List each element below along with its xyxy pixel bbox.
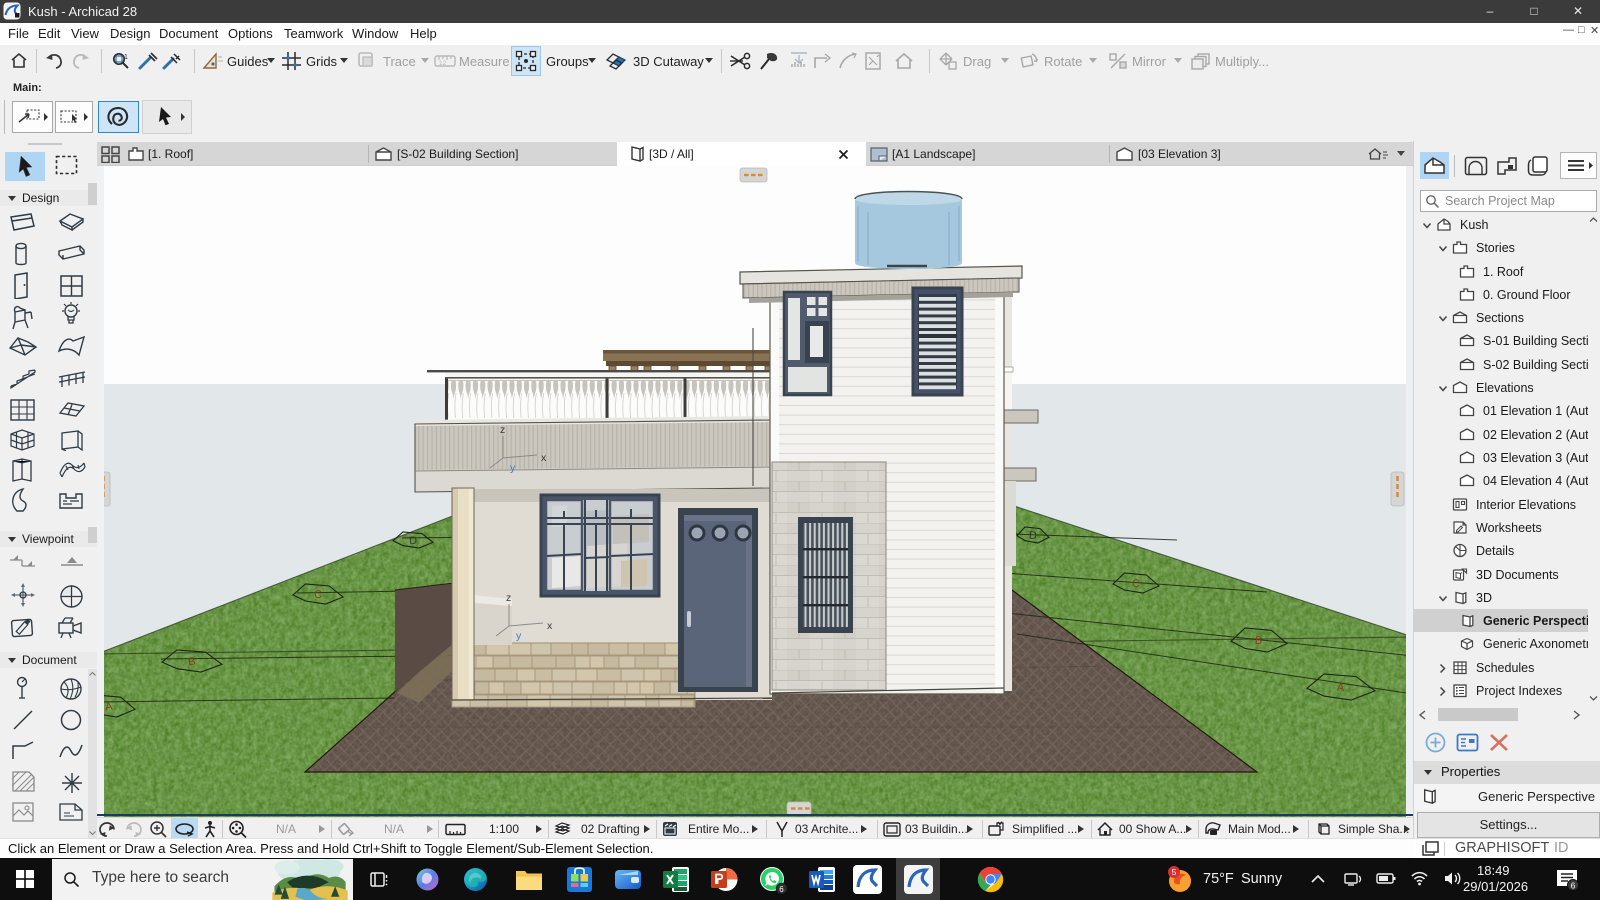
svg-text:C: C bbox=[1131, 578, 1140, 591]
svg-text:6: 6 bbox=[779, 885, 784, 894]
svg-text:z: z bbox=[500, 424, 505, 436]
svg-text:12: 12 bbox=[439, 60, 447, 67]
svg-text:x: x bbox=[547, 620, 553, 632]
svg-text:y: y bbox=[510, 462, 516, 474]
svg-text:x: x bbox=[541, 452, 547, 464]
svg-text:D: D bbox=[1028, 530, 1037, 543]
svg-text:1: 1 bbox=[124, 54, 128, 61]
svg-text:B: B bbox=[1254, 635, 1263, 648]
svg-text:y: y bbox=[516, 630, 522, 642]
svg-text:6: 6 bbox=[1571, 881, 1576, 891]
svg-text:z: z bbox=[506, 592, 511, 604]
svg-text:5: 5 bbox=[1172, 867, 1177, 877]
